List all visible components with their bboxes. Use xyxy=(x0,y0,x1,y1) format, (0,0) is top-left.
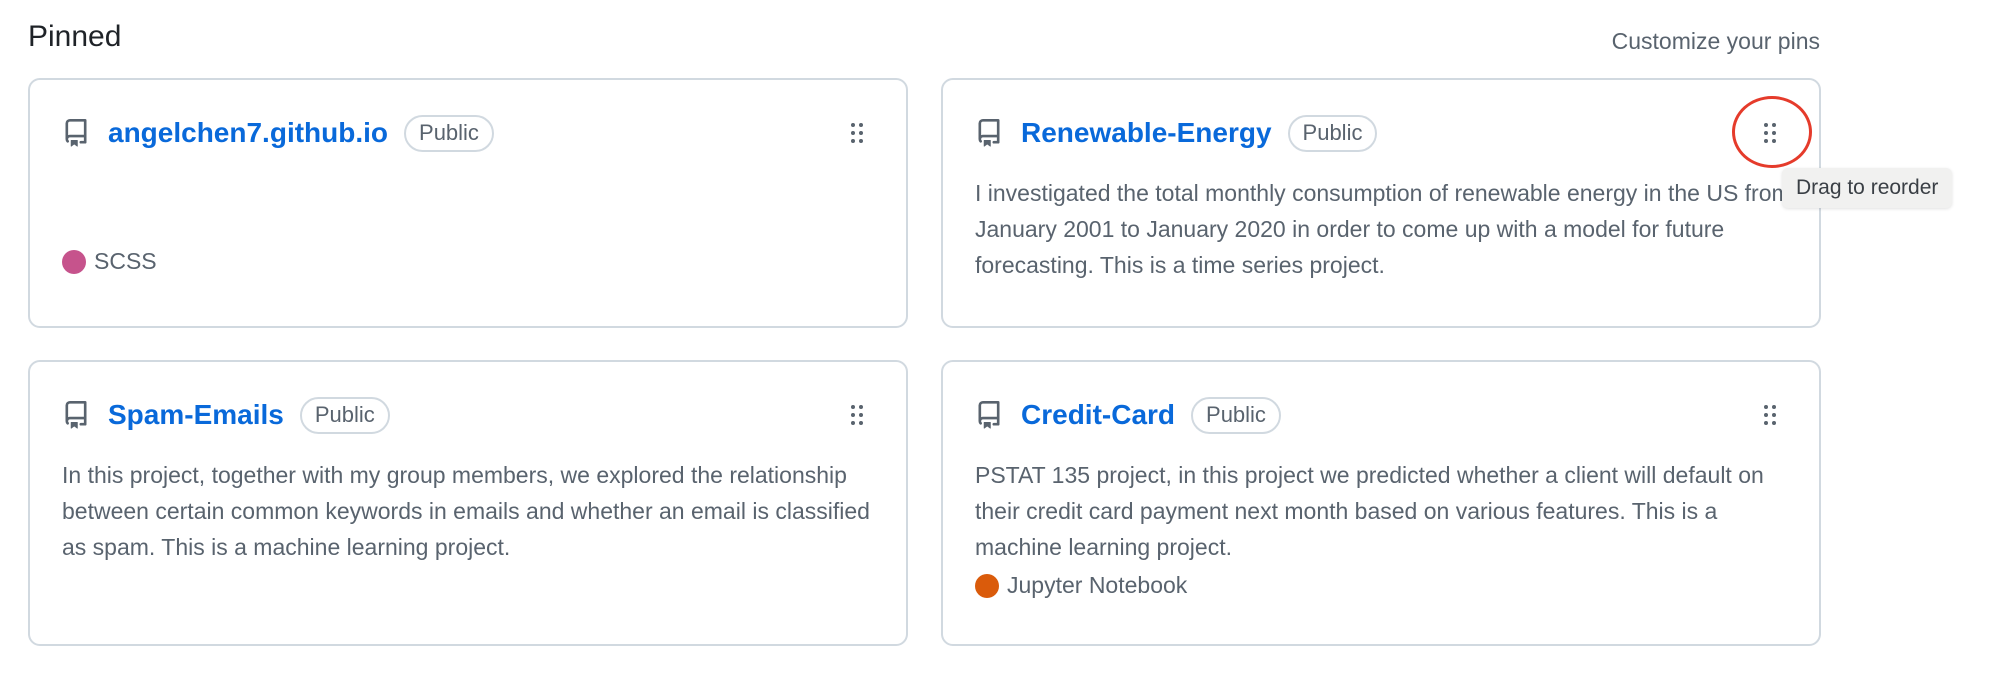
card-header: angelchen7.github.io Public xyxy=(62,113,494,153)
section-title: Pinned xyxy=(28,20,122,53)
repo-language: Jupyter Notebook xyxy=(975,572,1187,599)
repo-name-link[interactable]: Credit-Card xyxy=(1021,399,1175,431)
repo-description: In this project, together with my group … xyxy=(62,462,870,560)
repo-name-link[interactable]: Spam-Emails xyxy=(108,399,284,431)
repo-name-link[interactable]: Renewable-Energy xyxy=(1021,117,1272,149)
language-color-dot xyxy=(975,573,999,598)
drag-handle-icon[interactable] xyxy=(1763,122,1777,144)
drag-handle-icon[interactable] xyxy=(850,404,864,426)
repo-name-link[interactable]: angelchen7.github.io xyxy=(108,117,388,149)
card-header: Renewable-Energy Public xyxy=(975,113,1378,153)
repo-description: I investigated the total monthly consump… xyxy=(975,180,1791,278)
pinned-repo-card: Credit-Card Public PSTAT 135 project, in… xyxy=(941,360,1821,646)
drag-handle-icon[interactable] xyxy=(850,122,864,144)
pinned-repo-card: Spam-Emails Public In this project, toge… xyxy=(28,360,908,646)
language-color-dot xyxy=(62,249,86,274)
visibility-badge: Public xyxy=(1191,396,1281,434)
card-header: Credit-Card Public xyxy=(975,395,1281,435)
repo-description: PSTAT 135 project, in this project we pr… xyxy=(975,462,1764,560)
pinned-repo-card: angelchen7.github.io Public SCSS xyxy=(28,78,908,328)
visibility-badge: Public xyxy=(1287,114,1378,152)
card-header: Spam-Emails Public xyxy=(62,395,390,435)
repo-icon xyxy=(975,400,1003,430)
customize-pins-link[interactable]: Customize your pins xyxy=(1612,28,1820,55)
visibility-badge: Public xyxy=(404,114,494,152)
repo-icon xyxy=(62,400,90,430)
visibility-badge: Public xyxy=(299,396,390,434)
language-label: SCSS xyxy=(94,248,157,274)
drag-handle-icon[interactable] xyxy=(1763,404,1777,426)
language-label: Jupyter Notebook xyxy=(1007,572,1188,598)
repo-language: SCSS xyxy=(62,248,157,275)
drag-tooltip: Drag to reorder xyxy=(1782,168,1953,208)
repo-icon xyxy=(62,118,90,148)
pinned-section: Pinned Customize your pins angelchen7.gi… xyxy=(0,0,1990,688)
pinned-repo-card: Renewable-Energy Public I investigated t… xyxy=(941,78,1821,328)
repo-icon xyxy=(975,118,1003,148)
